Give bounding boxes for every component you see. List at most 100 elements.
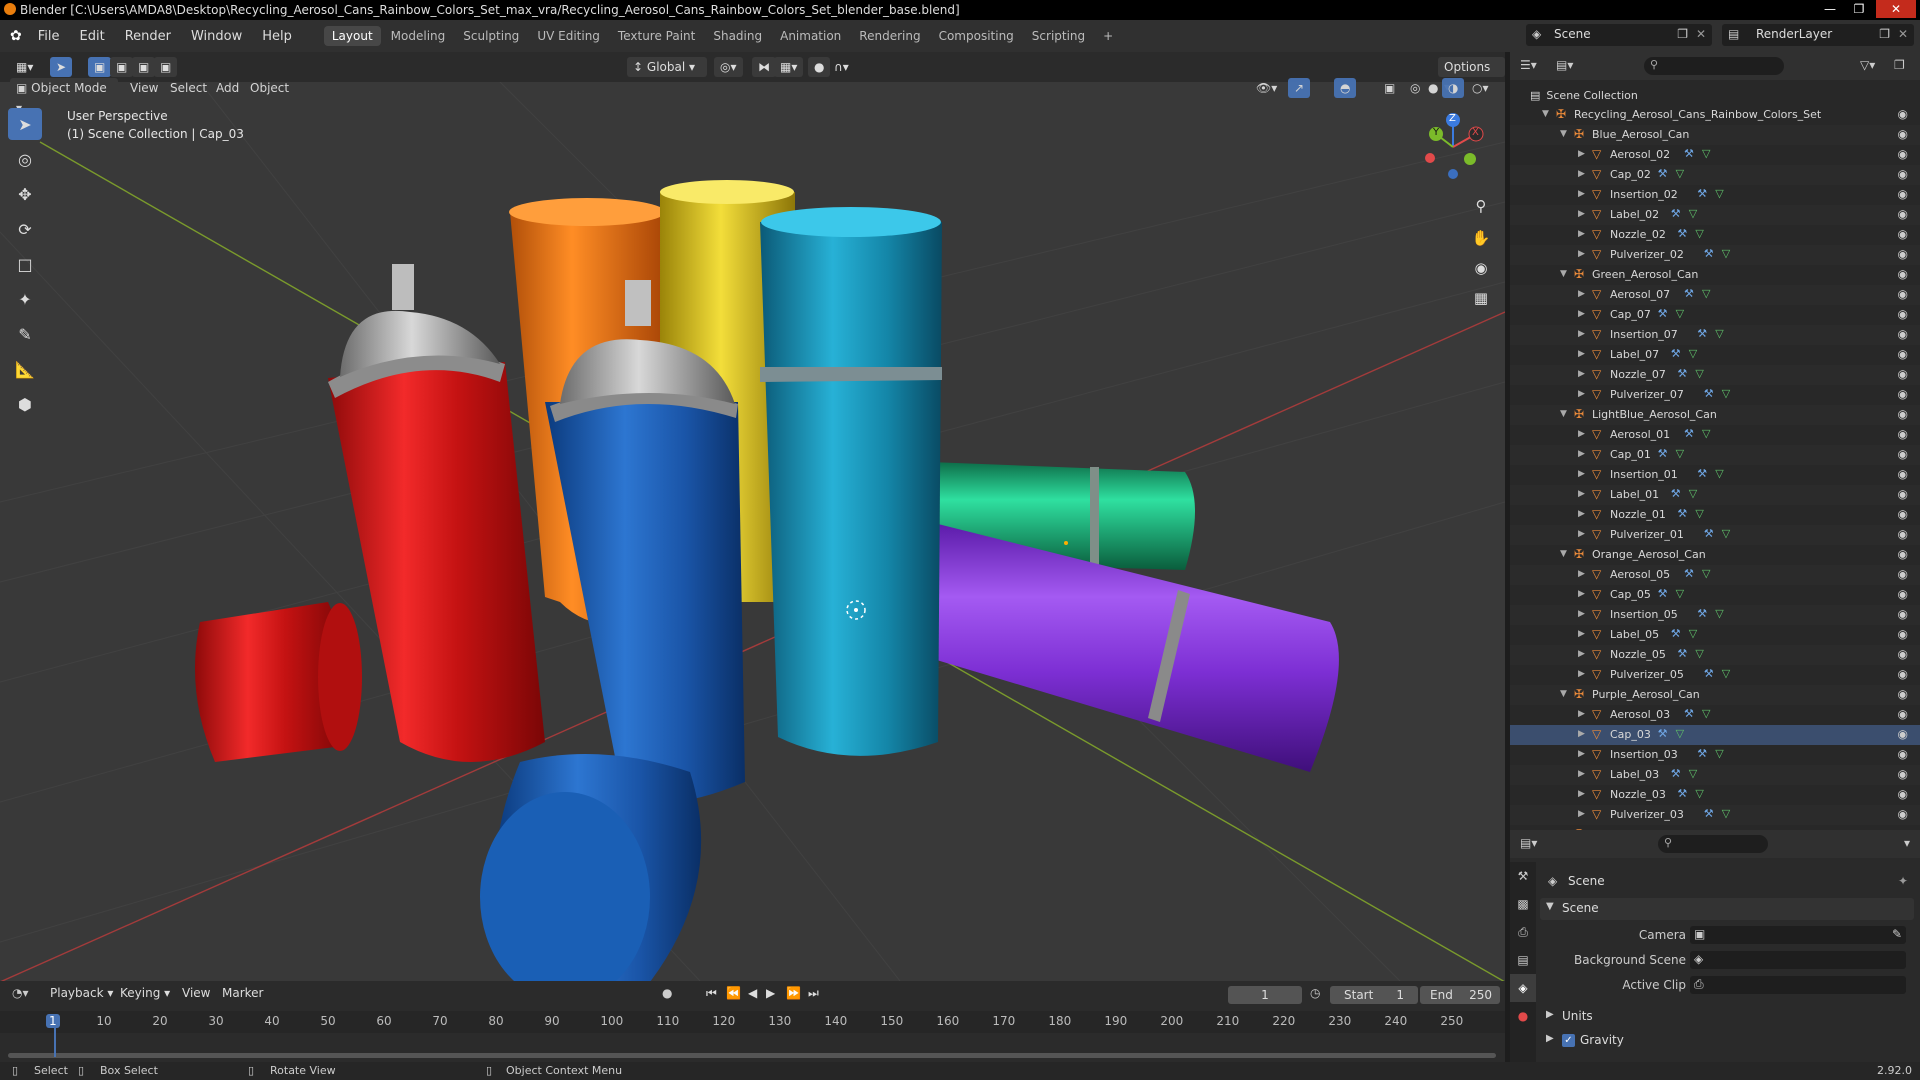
modifier-wrench-icon[interactable]: ⚒ bbox=[1677, 367, 1687, 380]
mesh-data-icon[interactable]: ▽ bbox=[1715, 747, 1723, 760]
expand-right-icon[interactable]: ▶ bbox=[1578, 769, 1585, 779]
remove-scene-icon[interactable]: ✕ bbox=[1696, 27, 1706, 41]
outliner-row[interactable]: ▶ ▽ Cap_07 ⚒ ▽ ◉ bbox=[1510, 305, 1920, 325]
mesh-data-icon[interactable]: ▽ bbox=[1676, 727, 1684, 740]
mesh-data-icon[interactable]: ▽ bbox=[1715, 607, 1723, 620]
mesh-data-icon[interactable]: ▽ bbox=[1702, 147, 1710, 160]
modifier-wrench-icon[interactable]: ⚒ bbox=[1658, 307, 1668, 320]
expand-down-icon[interactable]: ▼ bbox=[1560, 129, 1567, 139]
visibility-eye-icon[interactable]: ◉ bbox=[1898, 167, 1908, 181]
outliner-row[interactable]: ▶ ▽ Aerosol_03 ⚒ ▽ ◉ bbox=[1510, 705, 1920, 725]
outliner-row[interactable]: ▶ ▽ Pulverizer_02 ⚒ ▽ ◉ bbox=[1510, 245, 1920, 265]
visibility-eye-icon[interactable]: ◉ bbox=[1898, 567, 1908, 581]
outliner-row[interactable]: ▶ ▽ Nozzle_03 ⚒ ▽ ◉ bbox=[1510, 785, 1920, 805]
xray-toggle-icon[interactable]: ▣ bbox=[1378, 78, 1401, 98]
gravity-panel-header[interactable]: ▶ ✓ Gravity bbox=[1540, 1030, 1914, 1052]
pan-hand-icon[interactable]: ✋ bbox=[1467, 224, 1495, 252]
mesh-data-icon[interactable]: ▽ bbox=[1676, 307, 1684, 320]
mesh-data-icon[interactable]: ▽ bbox=[1676, 167, 1684, 180]
expand-right-icon[interactable]: ▶ bbox=[1578, 349, 1585, 359]
units-panel-header[interactable]: ▶ Units bbox=[1540, 1006, 1914, 1028]
visibility-eye-icon[interactable]: ◉ bbox=[1898, 147, 1908, 161]
material-shading-icon[interactable]: ◑ bbox=[1442, 78, 1465, 98]
visibility-eye-icon[interactable]: ◉ bbox=[1898, 587, 1908, 601]
jump-next-keyframe-icon[interactable]: ⏩ bbox=[786, 986, 801, 1000]
timeline-menu-marker[interactable]: Marker bbox=[216, 983, 269, 1003]
timeline-menu-view[interactable]: View bbox=[176, 983, 216, 1003]
modifier-wrench-icon[interactable]: ⚒ bbox=[1704, 807, 1714, 820]
expand-right-icon[interactable]: ▶ bbox=[1578, 529, 1585, 539]
modifier-wrench-icon[interactable]: ⚒ bbox=[1677, 507, 1687, 520]
blender-menu-icon[interactable]: ✿ bbox=[10, 28, 22, 44]
visibility-eye-icon[interactable]: ◉ bbox=[1898, 487, 1908, 501]
modifier-wrench-icon[interactable]: ⚒ bbox=[1671, 487, 1681, 500]
visibility-eye-icon[interactable]: ◉ bbox=[1898, 667, 1908, 681]
mesh-data-icon[interactable]: ▽ bbox=[1702, 427, 1710, 440]
outliner-row[interactable]: ▶ ▽ Aerosol_07 ⚒ ▽ ◉ bbox=[1510, 285, 1920, 305]
modifier-wrench-icon[interactable]: ⚒ bbox=[1658, 727, 1668, 740]
expand-down-icon[interactable]: ▼ bbox=[1560, 269, 1567, 279]
rotate-tool-icon[interactable]: ⟳ bbox=[8, 213, 42, 245]
modifier-wrench-icon[interactable]: ⚒ bbox=[1684, 427, 1694, 440]
select-mode-subtract-icon[interactable]: ▣ bbox=[132, 57, 156, 77]
modifier-wrench-icon[interactable]: ⚒ bbox=[1671, 627, 1681, 640]
timeline-scrollbar[interactable] bbox=[8, 1053, 1496, 1058]
outliner-row[interactable]: ▶ ▽ Nozzle_05 ⚒ ▽ ◉ bbox=[1510, 645, 1920, 665]
options-dropdown[interactable]: Options ▾ bbox=[1438, 57, 1505, 94]
timeline-menu-keying[interactable]: Keying ▾ bbox=[114, 983, 176, 1003]
viewport-menu-add[interactable]: Add bbox=[210, 78, 245, 98]
modifier-wrench-icon[interactable]: ⚒ bbox=[1684, 147, 1694, 160]
camera-view-icon[interactable]: ◉ bbox=[1467, 254, 1495, 282]
visibility-eye-icon[interactable]: ◉ bbox=[1898, 307, 1908, 321]
expand-right-icon[interactable]: ▶ bbox=[1578, 449, 1585, 459]
visibility-eye-icon[interactable]: ◉ bbox=[1898, 787, 1908, 801]
measure-tool-icon[interactable]: 📐 bbox=[8, 353, 42, 385]
menu-window[interactable]: Window bbox=[181, 29, 252, 44]
modifier-wrench-icon[interactable]: ⚒ bbox=[1677, 787, 1687, 800]
outliner-row[interactable]: ▶ ▽ Label_02 ⚒ ▽ ◉ bbox=[1510, 205, 1920, 225]
visibility-eye-icon[interactable]: ◉ bbox=[1898, 327, 1908, 341]
add-workspace-button[interactable]: + bbox=[1095, 26, 1121, 46]
rendered-shading-icon[interactable]: ○▾ bbox=[1466, 78, 1495, 98]
properties-editor-icon[interactable]: ▤▾ bbox=[1520, 836, 1537, 850]
outliner-row[interactable]: ▶ ▽ Cap_03 ⚒ ▽ ◉ bbox=[1510, 725, 1920, 745]
outliner-row[interactable]: ▼ ✠ LightBlue_Aerosol_Can ◉ bbox=[1510, 405, 1920, 425]
outliner-row[interactable]: ▶ ▽ Cap_05 ⚒ ▽ ◉ bbox=[1510, 585, 1920, 605]
new-collection-icon[interactable]: ❐ bbox=[1894, 58, 1905, 72]
outliner-row[interactable]: ▶ ▽ Aerosol_05 ⚒ ▽ ◉ bbox=[1510, 565, 1920, 585]
outliner-row[interactable]: ▶ ▽ Pulverizer_03 ⚒ ▽ ◉ bbox=[1510, 805, 1920, 825]
mesh-data-icon[interactable]: ▽ bbox=[1722, 667, 1730, 680]
visibility-eye-icon[interactable]: ◉ bbox=[1898, 187, 1908, 201]
visibility-eye-icon[interactable]: ◉ bbox=[1898, 807, 1908, 821]
expand-right-icon[interactable]: ▶ bbox=[1578, 329, 1585, 339]
tab-scripting[interactable]: Scripting bbox=[1024, 26, 1093, 46]
modifier-wrench-icon[interactable]: ⚒ bbox=[1704, 527, 1714, 540]
modifier-wrench-icon[interactable]: ⚒ bbox=[1684, 567, 1694, 580]
visibility-eye-icon[interactable]: ◉ bbox=[1898, 427, 1908, 441]
mesh-data-icon[interactable]: ▽ bbox=[1722, 807, 1730, 820]
outliner-row[interactable]: ▶ ▽ Insertion_05 ⚒ ▽ ◉ bbox=[1510, 605, 1920, 625]
filter-icon[interactable]: ▽▾ bbox=[1860, 58, 1875, 72]
gizmo-toggle-icon[interactable]: ↗ bbox=[1288, 78, 1311, 98]
visibility-eye-icon[interactable]: ◉ bbox=[1898, 507, 1908, 521]
pin-icon[interactable]: ✦ bbox=[1898, 874, 1908, 888]
visibility-eye-icon[interactable]: ◉ bbox=[1898, 727, 1908, 741]
maximize-icon[interactable]: ❐ bbox=[1848, 0, 1870, 18]
visibility-eye-icon[interactable]: ◉ bbox=[1898, 127, 1908, 141]
tool-tab-icon[interactable]: ⚒ bbox=[1510, 862, 1536, 890]
visibility-eye-icon[interactable]: ◉ bbox=[1898, 687, 1908, 701]
mesh-data-icon[interactable]: ▽ bbox=[1702, 567, 1710, 580]
pivot-point-icon[interactable]: ◎▾ bbox=[714, 57, 743, 77]
scale-tool-icon[interactable]: □ bbox=[8, 248, 42, 280]
expand-down-icon[interactable]: ▼ bbox=[1560, 689, 1567, 699]
expand-right-icon[interactable]: ▶ bbox=[1578, 609, 1585, 619]
outliner-editor-icon[interactable]: ☰▾ bbox=[1520, 58, 1537, 72]
transform-orientation-dropdown[interactable]: ↕ Global ▾ bbox=[627, 57, 707, 77]
visibility-eye-icon[interactable]: ◉ bbox=[1898, 527, 1908, 541]
expand-right-icon[interactable]: ▶ bbox=[1578, 229, 1585, 239]
expand-right-icon[interactable]: ▶ bbox=[1578, 369, 1585, 379]
background-scene-input[interactable]: ◈ bbox=[1690, 951, 1906, 969]
expand-down-icon[interactable]: ▼ bbox=[1560, 409, 1567, 419]
expand-right-icon[interactable]: ▶ bbox=[1578, 289, 1585, 299]
expand-right-icon[interactable]: ▶ bbox=[1578, 749, 1585, 759]
